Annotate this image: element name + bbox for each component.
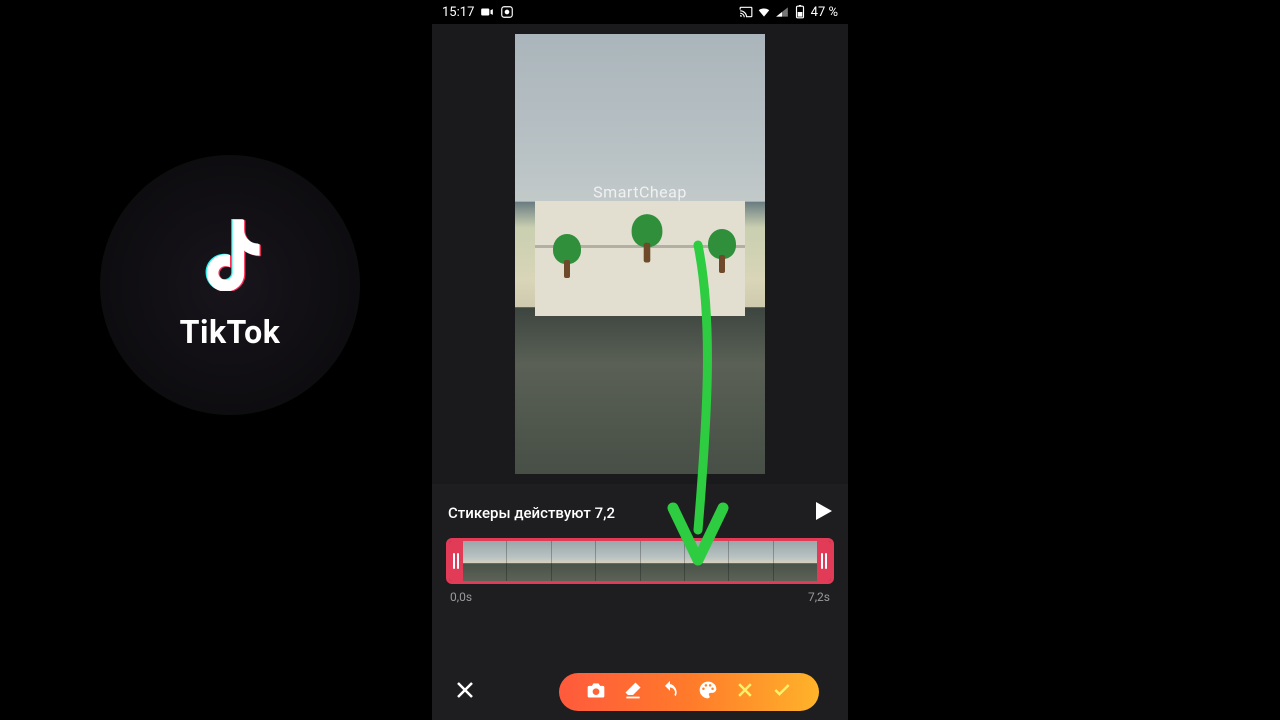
video-preview[interactable]: SmartCheap: [515, 34, 765, 474]
battery-icon: [793, 5, 807, 19]
timeline-frame: [640, 541, 684, 581]
tool-pill: [559, 673, 819, 711]
play-button[interactable]: [816, 502, 832, 524]
video-watermark: SmartCheap: [593, 183, 687, 202]
timeline-handle-right[interactable]: [817, 541, 831, 581]
undo-tool-icon[interactable]: [660, 680, 680, 704]
tree-graphic: [628, 208, 665, 263]
timeline-frame: [728, 541, 772, 581]
status-time: 15:17: [442, 5, 474, 20]
eraser-tool-icon[interactable]: [623, 680, 643, 704]
cancel-tool-icon[interactable]: [735, 680, 755, 704]
timeline-frames[interactable]: [463, 541, 817, 581]
timeline[interactable]: [446, 538, 834, 584]
tree-graphic: [705, 223, 739, 273]
sticker-duration-label: Стикеры действуют 7,2: [448, 504, 615, 522]
status-bar: 15:17 47 %: [432, 0, 848, 24]
battery-percent: 47 %: [811, 5, 838, 20]
camera-frame-icon: [500, 5, 514, 19]
palette-tool-icon[interactable]: [698, 680, 718, 704]
video-camera-icon: [480, 5, 494, 19]
timeline-handle-left[interactable]: [449, 541, 463, 581]
video-preview-area[interactable]: SmartCheap: [432, 24, 848, 484]
timeline-frame: [463, 541, 506, 581]
time-start-label: 0,0s: [450, 590, 472, 604]
tiktok-badge: TikTok: [100, 155, 360, 415]
phone-frame: 15:17 47 %: [432, 0, 848, 720]
wifi-icon: [757, 5, 771, 19]
timeline-frame: [506, 541, 550, 581]
signal-icon: [775, 5, 789, 19]
timeline-frame: [773, 541, 817, 581]
camera-tool-icon[interactable]: [586, 680, 606, 704]
editor-panel: Стикеры действуют 7,2: [432, 484, 848, 720]
tree-graphic: [550, 228, 584, 278]
timeline-frame: [595, 541, 639, 581]
bottom-toolbar: [444, 670, 836, 720]
timeline-frame: [684, 541, 728, 581]
confirm-tool-icon[interactable]: [772, 680, 792, 704]
close-button[interactable]: [456, 681, 474, 703]
cast-icon: [739, 5, 753, 19]
timeline-frame: [551, 541, 595, 581]
time-end-label: 7,2s: [808, 590, 830, 604]
tiktok-note-icon: [199, 219, 261, 295]
tiktok-label: TikTok: [180, 313, 281, 351]
